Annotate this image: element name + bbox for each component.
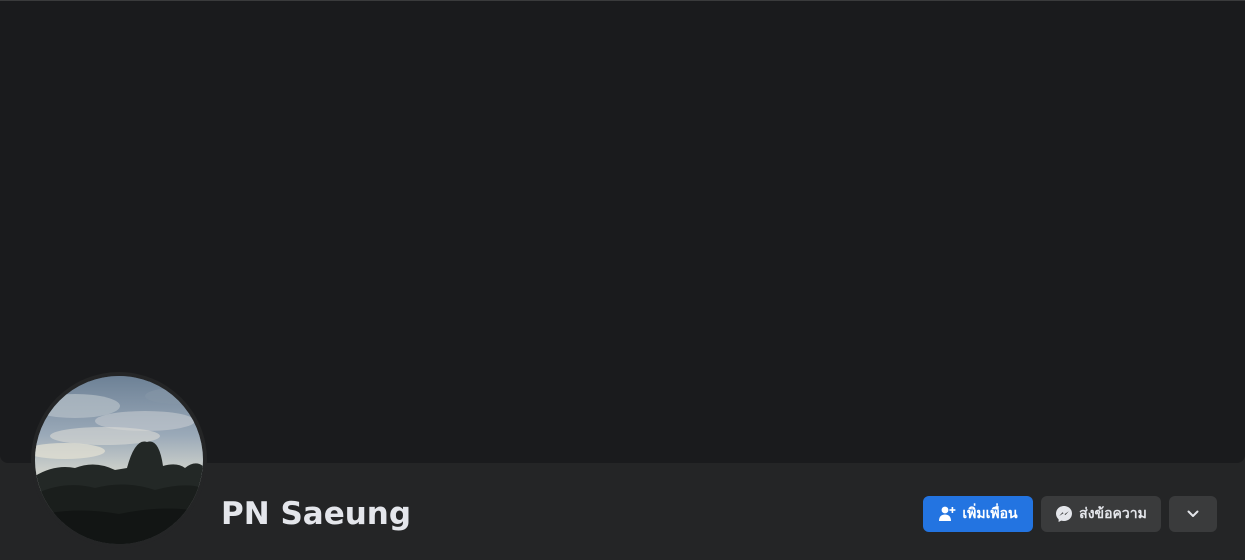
chevron-down-icon <box>1184 505 1202 523</box>
send-message-label: ส่งข้อความ <box>1079 506 1147 522</box>
add-friend-label: เพิ่มเพื่อน <box>962 506 1018 522</box>
send-message-button[interactable]: ส่งข้อความ <box>1041 496 1161 532</box>
profile-page: PN Saeung เพิ่มเพื่อน ส่งข้อความ <box>0 0 1245 560</box>
more-options-button[interactable] <box>1169 496 1217 532</box>
add-friend-button[interactable]: เพิ่มเพื่อน <box>923 496 1033 532</box>
profile-name: PN Saeung <box>221 496 412 532</box>
profile-avatar[interactable] <box>35 376 203 544</box>
cover-photo[interactable] <box>0 0 1245 463</box>
person-add-icon <box>938 505 956 523</box>
messenger-icon <box>1055 505 1073 523</box>
avatar-landscape-image <box>35 376 203 544</box>
